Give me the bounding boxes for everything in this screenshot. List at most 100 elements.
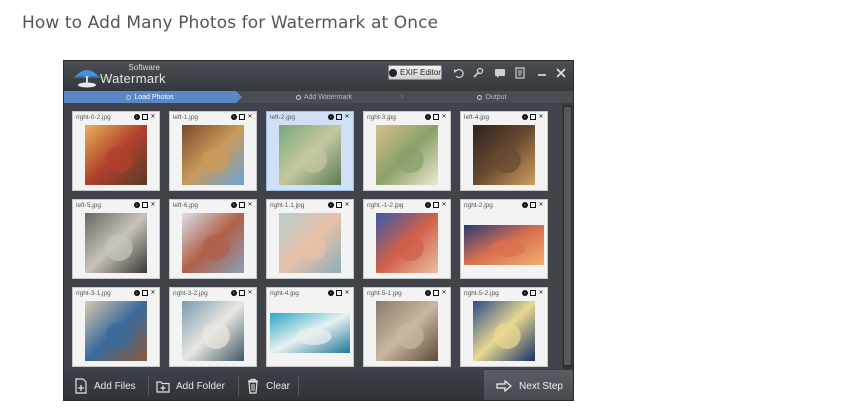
photo-thumbnail[interactable] — [270, 313, 350, 353]
info-icon[interactable]: i — [522, 290, 528, 296]
crop-icon[interactable] — [239, 202, 245, 208]
info-icon[interactable]: i — [328, 290, 334, 296]
close-icon[interactable]: ✕ — [247, 290, 253, 296]
close-icon[interactable]: ✕ — [150, 202, 156, 208]
info-icon[interactable]: i — [134, 290, 140, 296]
photo-card[interactable]: right-3.jpg i ✕ — [363, 111, 451, 191]
close-icon[interactable]: ✕ — [150, 290, 156, 296]
photo-card[interactable]: right-5-2.jpg i ✕ — [460, 287, 548, 367]
crop-icon[interactable] — [530, 202, 536, 208]
scrollbar-thumb[interactable] — [564, 107, 571, 365]
info-icon[interactable]: i — [425, 202, 431, 208]
info-icon[interactable]: i — [522, 114, 528, 120]
photo-card[interactable]: left-5.jpg i ✕ — [72, 199, 160, 279]
photo-thumbnail[interactable] — [182, 125, 244, 185]
photo-thumbnail[interactable] — [473, 125, 535, 185]
crop-icon[interactable] — [142, 290, 148, 296]
crop-icon[interactable] — [336, 202, 342, 208]
arrow-right-icon — [496, 380, 512, 392]
photo-thumbnail[interactable] — [85, 125, 147, 185]
chat-icon[interactable] — [494, 67, 506, 79]
photo-thumbnail[interactable] — [279, 125, 341, 185]
info-icon[interactable]: i — [425, 114, 431, 120]
photo-card[interactable]: right-5-1.jpg i ✕ — [363, 287, 451, 367]
crop-icon[interactable] — [433, 202, 439, 208]
close-icon[interactable]: ✕ — [538, 290, 544, 296]
crop-icon[interactable] — [142, 114, 148, 120]
photo-card[interactable]: right-4.jpg i ✕ — [266, 287, 354, 367]
crop-icon[interactable] — [336, 114, 342, 120]
close-icon[interactable]: ✕ — [344, 114, 350, 120]
photo-thumbnail[interactable] — [85, 301, 147, 361]
info-icon[interactable]: i — [231, 290, 237, 296]
photo-thumbnail[interactable] — [376, 213, 438, 273]
close-icon[interactable]: ✕ — [538, 114, 544, 120]
crop-icon[interactable] — [530, 290, 536, 296]
info-icon[interactable]: i — [328, 202, 334, 208]
close-icon[interactable]: ✕ — [150, 114, 156, 120]
close-icon[interactable]: ✕ — [247, 114, 253, 120]
photo-thumbnail[interactable] — [376, 125, 438, 185]
crop-icon[interactable] — [433, 290, 439, 296]
photo-card[interactable]: right-3-2.jpg i ✕ — [169, 287, 257, 367]
exif-editor-button[interactable]: EXIF Editor — [388, 65, 442, 80]
photo-filename: left-2.jpg — [270, 114, 295, 121]
clear-button[interactable]: Clear — [246, 370, 290, 400]
photo-thumbnail[interactable] — [182, 301, 244, 361]
photo-card[interactable]: right-0-2.jpg i ✕ — [72, 111, 160, 191]
crop-icon[interactable] — [433, 114, 439, 120]
step-add-watermark[interactable]: Add Watermark — [244, 91, 404, 103]
photo-thumbnail[interactable] — [85, 213, 147, 273]
photo-thumbnail[interactable] — [182, 213, 244, 273]
photo-filename: left-6.jpg — [173, 202, 198, 209]
info-icon[interactable]: i — [231, 114, 237, 120]
close-icon[interactable]: ✕ — [441, 290, 447, 296]
info-icon[interactable]: i — [328, 114, 334, 120]
crop-icon[interactable] — [530, 114, 536, 120]
undo-icon[interactable] — [453, 67, 465, 79]
crop-icon[interactable] — [142, 202, 148, 208]
info-icon[interactable]: i — [522, 202, 528, 208]
step-dot-icon — [477, 94, 483, 100]
photo-card-tools: i ✕ — [328, 114, 350, 120]
info-icon[interactable]: i — [134, 114, 140, 120]
add-files-button[interactable]: Add Files — [74, 370, 136, 400]
step-dot-icon — [126, 94, 132, 100]
add-folder-button[interactable]: Add Folder — [156, 370, 225, 400]
step-dot-icon — [295, 94, 301, 100]
photo-card[interactable]: left-1.jpg i ✕ — [169, 111, 257, 191]
close-icon[interactable] — [555, 67, 567, 79]
step-output[interactable]: Output — [409, 91, 573, 103]
info-icon[interactable]: i — [425, 290, 431, 296]
close-icon[interactable]: ✕ — [344, 202, 350, 208]
close-icon[interactable]: ✕ — [247, 202, 253, 208]
crop-icon[interactable] — [239, 114, 245, 120]
next-step-button[interactable]: Next Step — [484, 370, 573, 400]
close-icon[interactable]: ✕ — [344, 290, 350, 296]
photo-thumbnail[interactable] — [376, 301, 438, 361]
step-load-photos[interactable]: Load Photos — [64, 91, 236, 103]
document-icon[interactable] — [514, 67, 526, 79]
photo-thumbnail[interactable] — [464, 225, 544, 265]
photo-card[interactable]: left-2.jpg i ✕ — [266, 111, 354, 191]
crop-icon[interactable] — [239, 290, 245, 296]
photo-card[interactable]: right-3-1.jpg i ✕ — [72, 287, 160, 367]
info-icon[interactable]: i — [134, 202, 140, 208]
wrench-icon[interactable] — [472, 67, 484, 79]
scrollbar[interactable] — [563, 105, 572, 369]
photo-card[interactable]: left-6.jpg i ✕ — [169, 199, 257, 279]
photo-thumbnail[interactable] — [473, 301, 535, 361]
close-icon[interactable]: ✕ — [538, 202, 544, 208]
photo-card[interactable]: right-2.jpg i ✕ — [460, 199, 548, 279]
photo-card[interactable]: left-4.jpg i ✕ — [460, 111, 548, 191]
photo-card[interactable]: right.-1-2.jpg i ✕ — [363, 199, 451, 279]
crop-icon[interactable] — [336, 290, 342, 296]
app-logo-text: Software Watermark — [100, 64, 166, 86]
close-icon[interactable]: ✕ — [441, 114, 447, 120]
photo-card[interactable]: right-1.1.jpg i ✕ — [266, 199, 354, 279]
minimize-icon[interactable] — [536, 67, 548, 79]
photo-card-tools: i ✕ — [425, 290, 447, 296]
close-icon[interactable]: ✕ — [441, 202, 447, 208]
info-icon[interactable]: i — [231, 202, 237, 208]
photo-thumbnail[interactable] — [279, 213, 341, 273]
